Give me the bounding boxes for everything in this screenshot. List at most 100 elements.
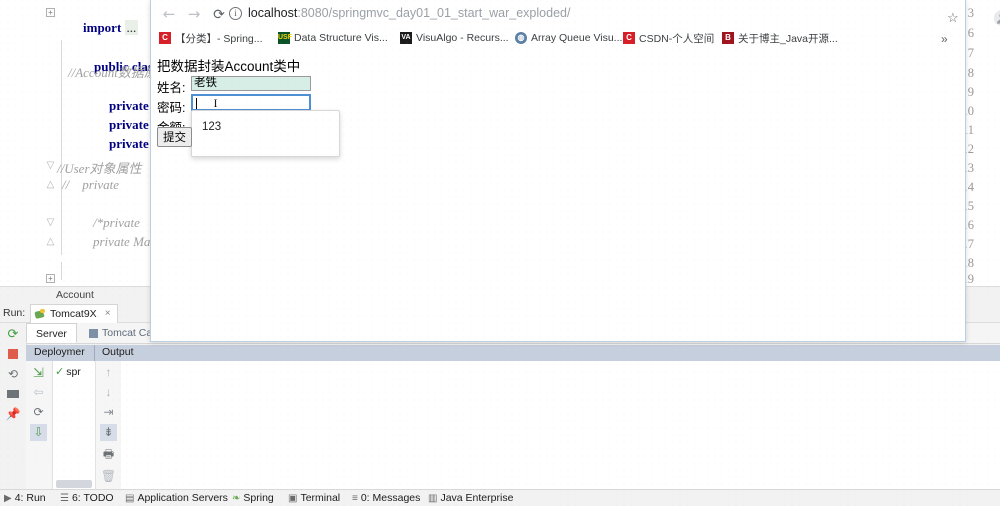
bookmark-item[interactable]: C CSDN-个人空间 xyxy=(623,30,714,46)
pin-icon[interactable]: 📌 xyxy=(5,406,21,422)
bookmark-star-icon[interactable]: ☆ xyxy=(947,10,959,26)
run-tab-tomcat[interactable]: Tomcat9X × xyxy=(30,304,118,323)
java-enterprise-icon: ▥ xyxy=(428,492,438,504)
rerun-icon[interactable]: ⟳ xyxy=(5,326,21,342)
close-icon[interactable]: × xyxy=(105,305,111,323)
undeploy-icon[interactable]: ⇦ xyxy=(30,384,47,401)
bookmark-label: 【分类】- Spring... xyxy=(175,32,263,45)
deploy-all-icon[interactable]: ⇩ xyxy=(30,424,47,441)
run-icon: ▶ xyxy=(4,492,12,504)
blog-favicon-icon: B xyxy=(722,32,734,44)
csdn-favicon-icon: C xyxy=(159,32,171,44)
code-line-comment: //User对象属性 xyxy=(57,161,142,176)
code-line-comment: // private xyxy=(62,177,120,192)
tab-server[interactable]: Server xyxy=(26,323,77,343)
forward-button[interactable]: → xyxy=(184,4,204,24)
column-deployment: Deploymer xyxy=(34,346,85,358)
fold-marker-icon[interactable]: + xyxy=(46,8,55,17)
deployment-name: spr xyxy=(66,366,81,378)
name-input-value: 老铁 xyxy=(194,77,217,89)
deployment-item[interactable]: ✓ spr xyxy=(55,365,81,378)
messages-icon: ≡ xyxy=(352,492,358,504)
usf-favicon-icon: USF xyxy=(278,32,292,44)
spring-icon: ❧ xyxy=(232,492,241,504)
log-icon xyxy=(89,328,98,338)
layout-icon[interactable] xyxy=(5,386,21,402)
run-column-header: Deploymer Output xyxy=(26,345,1000,362)
autocomplete-dropdown[interactable]: 123 xyxy=(191,110,340,157)
bookmark-label: Array Queue Visu... xyxy=(531,32,623,44)
screen-root: 3 6 7 8 9 10 11 12 13 14 15 16 17 18 19 … xyxy=(0,0,1000,506)
status-terminal[interactable]: ▣ Terminal xyxy=(288,492,340,504)
tomcat-icon xyxy=(35,308,46,320)
browser-window: ← → ⟳ i localhost:8080/springmvc_day01_0… xyxy=(150,0,1000,342)
password-input[interactable] xyxy=(191,94,311,111)
fold-collapse-icon[interactable]: △ xyxy=(45,236,56,247)
bookmark-item[interactable]: ◍ Array Queue Visu... xyxy=(515,30,622,46)
print-icon[interactable]: 🖶 xyxy=(100,446,117,463)
autocomplete-item[interactable]: 123 xyxy=(202,121,221,133)
address-bar-url: localhost:8080/springmvc_day01_01_start_… xyxy=(248,6,570,20)
status-application-servers[interactable]: ▤ Application Servers xyxy=(125,492,228,504)
status-label: Java Enterprise xyxy=(440,492,514,504)
bookmark-item[interactable]: C 【分类】- Spring... xyxy=(159,30,263,46)
url-host: localhost xyxy=(248,6,298,20)
clear-all-icon[interactable]: 🗑 xyxy=(100,468,117,485)
bookmark-label: 关于博主_Java开源... xyxy=(738,32,838,45)
scroll-down-icon[interactable]: ↓ xyxy=(100,384,117,401)
bookmark-item[interactable]: USF Data Structure Vis... xyxy=(278,30,388,46)
site-info-icon[interactable]: i xyxy=(229,7,242,20)
fold-collapse-icon[interactable]: △ xyxy=(45,179,56,190)
status-java-enterprise[interactable]: ▥ Java Enterprise xyxy=(428,492,513,504)
browser-toolbar: ← → ⟳ i localhost:8080/springmvc_day01_0… xyxy=(151,0,1000,27)
scroll-up-icon[interactable]: ↑ xyxy=(100,364,117,381)
status-label: Application Servers xyxy=(137,492,228,504)
indent-guide xyxy=(61,262,62,280)
bookmark-label: CSDN-个人空间 xyxy=(639,32,715,45)
redeploy-icon[interactable]: ⟳ xyxy=(30,404,47,421)
todo-icon: ☰ xyxy=(60,492,69,504)
status-todo[interactable]: ☰ 6: TODO xyxy=(60,492,114,504)
output-console[interactable] xyxy=(121,361,1000,492)
status-label: Terminal xyxy=(300,492,341,504)
column-divider xyxy=(94,345,95,361)
status-messages[interactable]: ≡ 0: Messages xyxy=(352,492,420,504)
name-input[interactable]: 老铁 xyxy=(191,76,311,91)
soft-wrap-icon[interactable]: ⇥ xyxy=(100,404,117,421)
app-servers-icon: ▤ xyxy=(125,492,135,504)
text-caret xyxy=(196,98,197,109)
bookmark-label: Data Structure Vis... xyxy=(294,32,388,44)
bookmarks-overflow-icon[interactable]: » xyxy=(941,32,948,46)
address-bar[interactable]: i localhost:8080/springmvc_day01_01_star… xyxy=(229,4,1000,26)
avatar[interactable] xyxy=(994,10,1000,26)
submit-button[interactable]: 提交 xyxy=(157,127,192,147)
run-left-toolbar: ⟳ ⟲ 📌 xyxy=(0,323,27,489)
fold-collapse-icon[interactable]: ▽ xyxy=(45,217,56,228)
bookmark-item[interactable]: B 关于博主_Java开源... xyxy=(722,30,838,46)
reload-button[interactable]: ⟳ xyxy=(209,4,229,24)
globe-favicon-icon: ◍ xyxy=(515,32,527,44)
bookmark-item[interactable]: VA VisuAlgo - Recurs... xyxy=(400,30,509,46)
profile-icon xyxy=(997,13,1000,24)
restart-icon[interactable]: ⟲ xyxy=(5,366,21,382)
visualgo-favicon-icon: VA xyxy=(400,32,412,44)
field-label-name: 姓名: xyxy=(157,81,186,95)
editor-gutter xyxy=(0,0,44,285)
deploy-icon[interactable]: ⇲ xyxy=(30,364,47,381)
code-line-comment: //Account数据原 xyxy=(68,65,157,80)
page-content: 把数据封装Account类中 姓名: 老铁 密码: 金额: 123 I 提交 xyxy=(151,49,965,340)
status-label: 4: Run xyxy=(14,492,46,504)
scroll-to-end-icon[interactable]: ⇟ xyxy=(100,424,117,441)
indent-guide xyxy=(61,40,62,255)
status-run[interactable]: ▶ 4: Run xyxy=(4,492,46,504)
status-label: Spring xyxy=(243,492,274,504)
horizontal-scrollbar[interactable] xyxy=(56,480,92,488)
code-line-comment: private Ma xyxy=(80,234,151,249)
stop-icon[interactable] xyxy=(5,346,21,362)
back-button[interactable]: ← xyxy=(159,4,179,24)
status-spring[interactable]: ❧ Spring xyxy=(232,492,274,504)
fold-marker-icon[interactable]: + xyxy=(46,274,55,283)
fold-collapse-icon[interactable]: ▽ xyxy=(45,160,56,171)
url-path: :8080/springmvc_day01_01_start_war_explo… xyxy=(297,6,571,20)
deployment-tree[interactable]: ✓ spr xyxy=(53,361,96,492)
